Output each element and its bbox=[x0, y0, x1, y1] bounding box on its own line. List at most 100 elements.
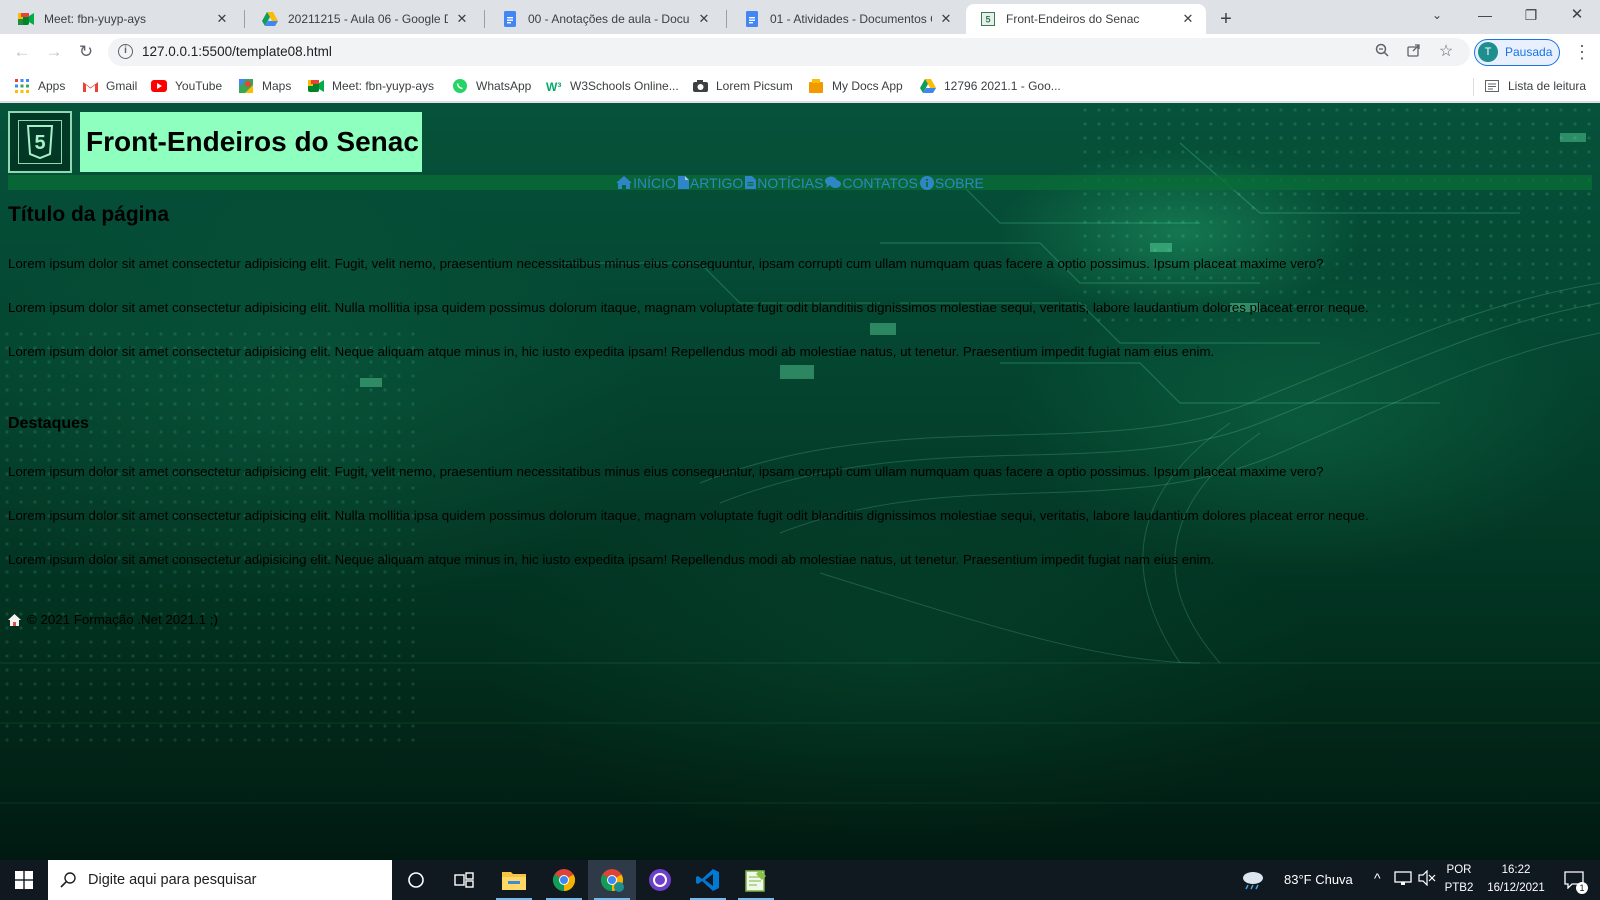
google-meet-icon bbox=[308, 78, 324, 94]
bookmark-lorem-picsum[interactable]: Lorem Picsum bbox=[692, 76, 793, 96]
zoom-icon[interactable] bbox=[1372, 42, 1392, 62]
language-indicator[interactable]: POR bbox=[1442, 864, 1476, 876]
highlight-paragraph: Lorem ipsum dolor sit amet consectetur a… bbox=[8, 508, 1369, 523]
nav-item-artigo[interactable]: ARTIGO bbox=[677, 174, 744, 191]
github-desktop-icon[interactable] bbox=[636, 860, 684, 900]
bookmark-w3schools[interactable]: W³ W3Schools Online... bbox=[546, 76, 679, 96]
chrome-icon[interactable] bbox=[540, 860, 588, 900]
bookmark-gmail[interactable]: Gmail bbox=[82, 76, 137, 96]
nav-item-sobre[interactable]: SOBRE bbox=[919, 174, 984, 191]
highlight-paragraph: Lorem ipsum dolor sit amet consectetur a… bbox=[8, 552, 1215, 567]
tab-docs-atividades[interactable]: 01 - Atividades - Documentos Gc ✕ bbox=[730, 4, 964, 34]
page-viewport: 5 Front-Endeiros do Senac INÍCIO ARTIGO … bbox=[0, 103, 1600, 860]
tab-divider bbox=[726, 10, 727, 28]
page-icon: 5 bbox=[980, 11, 996, 27]
nav-item-contatos[interactable]: CONTATOS bbox=[825, 175, 918, 191]
svg-text:5: 5 bbox=[34, 132, 45, 154]
file-explorer-icon[interactable] bbox=[490, 860, 538, 900]
site-info-icon[interactable]: i bbox=[118, 44, 133, 59]
bookmark-star-icon[interactable]: ☆ bbox=[1436, 42, 1456, 62]
bookmark-my-docs-app[interactable]: My Docs App bbox=[808, 76, 903, 96]
new-tab-button[interactable]: + bbox=[1213, 6, 1239, 32]
keyboard-layout[interactable]: PTB2 bbox=[1442, 882, 1476, 894]
volume-muted-icon[interactable] bbox=[1418, 869, 1436, 889]
camera-icon bbox=[692, 78, 708, 94]
close-window-button[interactable]: ✕ bbox=[1554, 0, 1600, 34]
reading-list-button[interactable]: Lista de leitura bbox=[1484, 76, 1586, 96]
notepad-plus-icon[interactable] bbox=[732, 860, 780, 900]
close-icon[interactable]: ✕ bbox=[1180, 11, 1196, 27]
reload-button[interactable]: ↻ bbox=[74, 40, 98, 64]
google-docs-icon bbox=[502, 11, 518, 27]
nav-label: ARTIGO bbox=[689, 174, 744, 191]
tab-label: Front-Endeiros do Senac bbox=[1006, 12, 1140, 26]
tab-search-icon[interactable]: ⌄ bbox=[1414, 0, 1460, 34]
page-title: Título da página bbox=[8, 203, 169, 226]
nav-label: INÍCIO bbox=[633, 174, 676, 191]
tab-front-endeiros[interactable]: 5 Front-Endeiros do Senac ✕ bbox=[966, 4, 1206, 34]
reading-list-label: Lista de leitura bbox=[1508, 79, 1587, 93]
windows-start-icon[interactable] bbox=[0, 860, 48, 900]
svg-text:5: 5 bbox=[985, 15, 990, 25]
bookmark-meet[interactable]: Meet: fbn-yuyp-ays bbox=[308, 76, 434, 96]
info-icon bbox=[919, 175, 934, 190]
bookmark-maps[interactable]: Maps bbox=[238, 76, 291, 96]
close-icon[interactable]: ✕ bbox=[696, 11, 712, 27]
taskbar-search[interactable]: Digite aqui para pesquisar bbox=[48, 860, 392, 900]
file-icon bbox=[677, 176, 689, 189]
notification-center-icon[interactable]: 1 bbox=[1552, 860, 1596, 900]
comments-icon bbox=[825, 176, 842, 189]
search-placeholder: Digite aqui para pesquisar bbox=[88, 872, 257, 888]
youtube-icon bbox=[151, 78, 167, 94]
weather-rain-icon[interactable] bbox=[1238, 860, 1268, 900]
bookmark-label: WhatsApp bbox=[476, 79, 532, 93]
chevron-up-icon[interactable]: ^ bbox=[1374, 870, 1381, 886]
tab-drive[interactable]: 20211215 - Aula 06 - Google Dri ✕ bbox=[248, 4, 480, 34]
share-icon[interactable] bbox=[1404, 42, 1424, 62]
clock-date[interactable]: 16/12/2021 bbox=[1480, 882, 1552, 894]
close-icon[interactable]: ✕ bbox=[938, 11, 954, 27]
html5-logo-icon: 5 bbox=[8, 111, 72, 173]
close-icon[interactable]: ✕ bbox=[214, 11, 230, 27]
network-icon[interactable] bbox=[1394, 870, 1412, 889]
footer-text: © 2021 Formação .Net 2021.1 ;) bbox=[27, 612, 218, 627]
paragraph: Lorem ipsum dolor sit amet consectetur a… bbox=[8, 344, 1215, 359]
site-footer: © 2021 Formação .Net 2021.1 ;) bbox=[8, 612, 218, 627]
tab-meet[interactable]: Meet: fbn-yuyp-ays ✕ bbox=[4, 4, 240, 34]
profile-button[interactable]: T Pausada bbox=[1474, 39, 1560, 66]
bookmark-label: Apps bbox=[38, 79, 66, 93]
restore-button[interactable]: ❐ bbox=[1508, 0, 1554, 34]
back-button[interactable]: ← bbox=[10, 40, 34, 64]
minimize-button[interactable]: — bbox=[1462, 0, 1508, 34]
bookmark-divider bbox=[1473, 78, 1474, 96]
w3schools-icon: W³ bbox=[546, 78, 562, 94]
bookmark-whatsapp[interactable]: WhatsApp bbox=[452, 76, 531, 96]
chrome-profile-icon[interactable] bbox=[588, 860, 636, 900]
close-icon[interactable]: ✕ bbox=[454, 11, 470, 27]
tab-docs-anotacoes[interactable]: 00 - Anotações de aula - Docum ✕ bbox=[488, 4, 722, 34]
bookmark-apps[interactable]: Apps bbox=[14, 76, 65, 96]
more-menu-icon[interactable]: ⋮ bbox=[1572, 40, 1592, 64]
weather-text[interactable]: 83°F Chuva bbox=[1284, 872, 1353, 887]
bookmarks-bar: Apps Gmail YouTube Maps Meet: fbn-yuyp-a… bbox=[0, 70, 1600, 102]
cortana-icon[interactable] bbox=[392, 860, 440, 900]
tab-label: 20211215 - Aula 06 - Google Dri bbox=[288, 12, 448, 26]
site-header: 5 Front-Endeiros do Senac bbox=[8, 111, 422, 173]
url-text[interactable]: 127.0.0.1:5500/template08.html bbox=[142, 44, 332, 59]
vscode-icon[interactable] bbox=[684, 860, 732, 900]
nav-label: NOTÍCIAS bbox=[757, 174, 824, 191]
nav-label: SOBRE bbox=[934, 174, 984, 191]
nav-item-inicio[interactable]: INÍCIO bbox=[616, 175, 676, 191]
address-bar[interactable]: i 127.0.0.1:5500/template08.html ☆ bbox=[108, 38, 1470, 66]
search-icon bbox=[60, 872, 76, 888]
bookmark-drive-12796[interactable]: 12796 2021.1 - Goo... bbox=[920, 76, 1061, 96]
highlights-heading: Destaques bbox=[8, 415, 89, 432]
main-nav: INÍCIO ARTIGO NOTÍCIAS CONTATOS SOBRE bbox=[8, 174, 1592, 191]
forward-button[interactable]: → bbox=[42, 40, 66, 64]
bookmark-label: W3Schools Online... bbox=[570, 79, 679, 93]
task-view-icon[interactable] bbox=[440, 860, 488, 900]
bookmark-youtube[interactable]: YouTube bbox=[151, 76, 222, 96]
tab-divider bbox=[244, 10, 245, 28]
clock-time[interactable]: 16:22 bbox=[1480, 864, 1552, 876]
nav-item-noticias[interactable]: NOTÍCIAS bbox=[745, 175, 823, 191]
